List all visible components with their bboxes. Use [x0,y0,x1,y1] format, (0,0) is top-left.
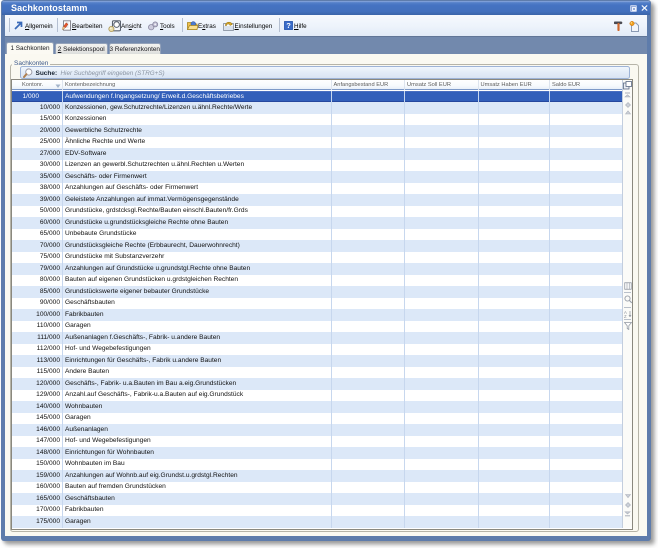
svg-text:?: ? [286,21,291,30]
svg-text:Z: Z [624,313,627,317]
